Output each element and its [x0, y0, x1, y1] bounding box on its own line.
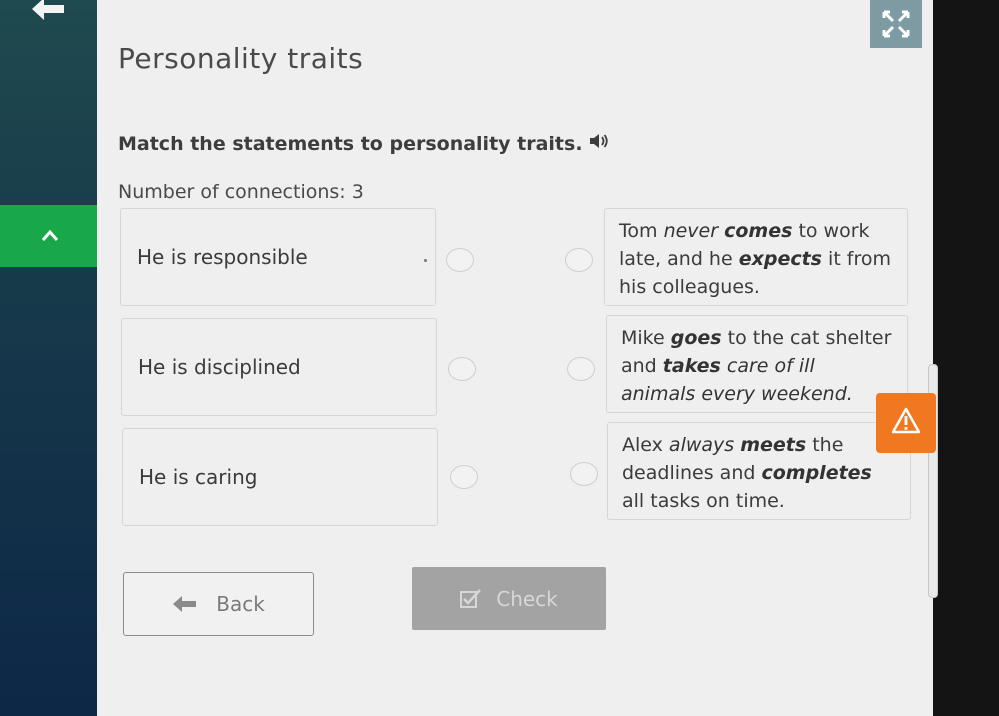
back-button-label: Back — [216, 592, 265, 616]
statement-verb: completes — [761, 462, 872, 484]
statement-text: all tasks on time. — [622, 490, 785, 512]
trait-label: He is responsible — [137, 245, 308, 269]
report-problem-button[interactable] — [876, 393, 936, 453]
trait-card-responsible[interactable]: He is responsible — [120, 208, 436, 306]
back-arrow-icon — [173, 596, 197, 612]
check-button[interactable]: Check — [412, 567, 606, 630]
screen-edge — [933, 0, 999, 716]
statement-card-alex[interactable]: Alex always meets the deadlines and comp… — [607, 422, 911, 520]
connections-count: Number of connections: 3 — [118, 181, 364, 203]
statement-verb: expects — [738, 248, 822, 270]
statement-verb: takes — [662, 355, 721, 377]
fullscreen-icon — [882, 10, 910, 38]
statement-text: Mike — [621, 327, 671, 349]
statement-card-tom[interactable]: Tom never comes to work late, and he exp… — [604, 208, 908, 306]
back-arrow-icon[interactable] — [30, 0, 70, 26]
speaker-icon[interactable] — [589, 132, 609, 155]
collapse-sidebar-button[interactable] — [0, 205, 97, 267]
fullscreen-button[interactable] — [870, 0, 922, 48]
warning-icon — [892, 407, 920, 434]
statement-text: Alex — [622, 434, 669, 456]
checkbox-icon — [460, 588, 482, 608]
statement-text: Tom — [619, 220, 664, 242]
statement-emphasis: never — [663, 220, 719, 242]
page-title: Personality traits — [118, 42, 364, 75]
trait-card-disciplined[interactable]: He is disciplined — [121, 318, 437, 416]
statement-emphasis: always — [668, 434, 735, 456]
chevron-up-icon — [42, 229, 58, 241]
check-button-label: Check — [496, 586, 558, 611]
trait-card-caring[interactable]: He is caring — [122, 428, 438, 526]
trait-label: He is caring — [139, 465, 258, 489]
back-button[interactable]: Back — [123, 572, 314, 636]
connector-left-1[interactable] — [446, 248, 474, 272]
trait-label: He is disciplined — [138, 355, 301, 379]
connector-right-3[interactable] — [570, 462, 598, 486]
statement-verb: comes — [724, 220, 793, 242]
connection-mark — [424, 259, 427, 262]
instruction-text: Match the statements to personality trai… — [118, 132, 583, 155]
statement-card-mike[interactable]: Mike goes to the cat shelter and takes c… — [606, 315, 908, 413]
statement-verb: goes — [670, 327, 722, 349]
instruction: Match the statements to personality trai… — [118, 132, 609, 155]
statement-verb: meets — [740, 434, 807, 456]
connector-right-1[interactable] — [565, 248, 593, 272]
connector-left-3[interactable] — [450, 465, 478, 489]
connector-right-2[interactable] — [567, 357, 595, 381]
connector-left-2[interactable] — [448, 357, 476, 381]
left-rail — [0, 0, 97, 716]
